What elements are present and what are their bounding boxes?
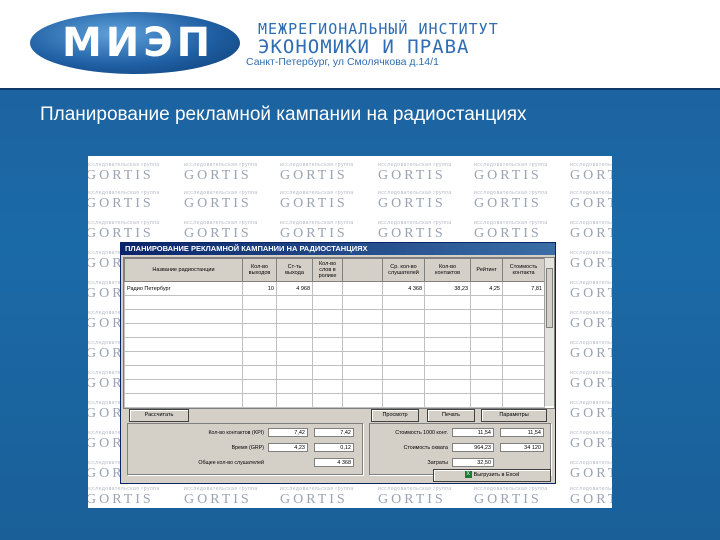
watermark-brand: GORTIS — [88, 226, 154, 241]
watermark-brand: GORTIS — [280, 196, 348, 211]
col-header[interactable]: Кол-во слов в ролике — [312, 258, 343, 282]
summary-label: Затраты — [427, 460, 448, 466]
embedded-screenshot: исследовательская группа GORTIS исследоват… — [88, 156, 612, 508]
watermark-brand: GORTIS — [474, 168, 542, 183]
summary-label: Стоимость 1000 конт. — [395, 430, 448, 436]
excel-icon: X — [464, 471, 472, 479]
station-table: Название радиостанции Кол-во выходов Ст-… — [124, 258, 545, 408]
watermark-brand: GORTIS — [88, 168, 154, 183]
col-header[interactable] — [342, 258, 383, 282]
watermark-brand: GORTIS — [378, 492, 446, 507]
export-excel-label: Выгрузить в Excel — [473, 472, 520, 478]
watermark-brand: GORTIS — [570, 406, 612, 421]
col-header[interactable]: Ст-ть выхода — [276, 258, 313, 282]
watermark-brand: GORTIS — [570, 286, 612, 301]
watermark-brand: GORTIS — [474, 196, 542, 211]
setup-button[interactable]: Параметры — [481, 409, 547, 422]
watermark-brand: GORTIS — [280, 168, 348, 183]
scrollbar-thumb[interactable] — [546, 268, 553, 328]
watermark-brand: GORTIS — [570, 196, 612, 211]
institute-name: МЕЖРЕГИОНАЛЬНЫЙ ИНСТИТУТ ЭКОНОМИКИ И ПРА… — [258, 20, 498, 60]
summary-value[interactable]: 11,54 — [452, 428, 494, 437]
summary-panel-right: Стоимость 1000 конт. 11,54 11,54 Стоимос… — [369, 423, 551, 475]
table-row[interactable] — [124, 351, 545, 366]
watermark-brand: GORTIS — [280, 226, 348, 241]
table-row[interactable] — [124, 365, 545, 380]
summary-label: Общее кол-во слушателей — [198, 460, 264, 466]
summary-value[interactable]: 964,23 — [452, 443, 494, 452]
watermark-brand: GORTIS — [570, 256, 612, 271]
logo-text: МИЭП — [61, 20, 215, 66]
institute-line-2: ЭКОНОМИКИ И ПРАВА — [258, 36, 470, 58]
summary-value[interactable]: 34 120 — [500, 443, 544, 452]
watermark-brand: GORTIS — [570, 316, 612, 331]
watermark-brand: GORTIS — [570, 346, 612, 361]
summary-label: Стоимость охвата — [403, 445, 448, 451]
header: МИЭП МЕЖРЕГИОНАЛЬНЫЙ ИНСТИТУТ ЭКОНОМИКИ … — [0, 0, 720, 90]
col-header[interactable]: Стоимость контакта — [502, 258, 545, 282]
summary-value[interactable]: 11,54 — [500, 428, 544, 437]
watermark-brand: GORTIS — [184, 168, 252, 183]
cell-outputs[interactable]: 10 — [242, 281, 277, 296]
summary-panel-left: Кол-во контактов (KPI) 7,42 7,42 Время (… — [127, 423, 363, 475]
watermark-brand: GORTIS — [570, 168, 612, 183]
watermark-brand: GORTIS — [378, 226, 446, 241]
col-header[interactable]: Название радиостанции — [124, 258, 243, 282]
cell-listeners[interactable]: 4 368 — [382, 281, 425, 296]
watermark-brand: GORTIS — [474, 226, 542, 241]
table-row[interactable] — [124, 393, 545, 408]
summary-label: Время (GRP) — [231, 445, 264, 451]
cell-price[interactable]: 4 968 — [276, 281, 313, 296]
table-row[interactable] — [124, 295, 545, 310]
calculate-button[interactable]: Рассчитать — [129, 409, 189, 422]
cell-words[interactable] — [312, 281, 343, 296]
col-header[interactable]: Кол-во выходов — [242, 258, 277, 282]
summary-label: Кол-во контактов (KPI) — [208, 430, 264, 436]
summary-value[interactable]: 4,23 — [268, 443, 308, 452]
preview-button[interactable]: Просмотр — [371, 409, 419, 422]
watermark-brand: GORTIS — [570, 226, 612, 241]
watermark-brand: GORTIS — [88, 196, 154, 211]
summary-value[interactable]: 7,42 — [268, 428, 308, 437]
cell-name[interactable]: Радио Петербург — [124, 281, 243, 296]
table-row[interactable]: Радио Петербург 10 4 968 4 368 38,23 4,2… — [124, 281, 545, 296]
table-row[interactable] — [124, 309, 545, 324]
cell-blank[interactable] — [342, 281, 383, 296]
cell-cost[interactable]: 7,81 — [502, 281, 545, 296]
cell-rating[interactable]: 4,25 — [470, 281, 503, 296]
watermark-brand: GORTIS — [570, 436, 612, 451]
watermark-brand: GORTIS — [184, 492, 252, 507]
watermark-brand: GORTIS — [474, 492, 542, 507]
cell-contacts[interactable]: 38,23 — [424, 281, 471, 296]
summary-value[interactable]: 4 368 — [314, 458, 354, 467]
window-titlebar: ПЛАНИРОВАНИЕ РЕКЛАМНОЙ КАМПАНИИ НА РАДИО… — [121, 243, 555, 255]
table-row[interactable] — [124, 337, 545, 352]
col-header[interactable]: Рейтинг — [470, 258, 503, 282]
watermark-brand: GORTIS — [280, 492, 348, 507]
table-row[interactable] — [124, 379, 545, 394]
col-header[interactable]: Кол-во контактов — [424, 258, 471, 282]
watermark-brand: GORTIS — [570, 466, 612, 481]
watermark-brand: GORTIS — [570, 376, 612, 391]
print-button[interactable]: Печать — [427, 409, 475, 422]
table-row[interactable] — [124, 323, 545, 338]
app-window: ПЛАНИРОВАНИЕ РЕКЛАМНОЙ КАМПАНИИ НА РАДИО… — [120, 242, 556, 484]
vertical-scrollbar[interactable] — [544, 258, 554, 406]
watermark-brand: GORTIS — [184, 196, 252, 211]
watermark-brand: GORTIS — [378, 196, 446, 211]
watermark-brand: GORTIS — [184, 226, 252, 241]
summary-value[interactable]: 32,50 — [452, 458, 494, 467]
data-grid[interactable]: Название радиостанции Кол-во выходов Ст-… — [123, 257, 555, 409]
col-header[interactable]: Ср. кол-во слушателей — [382, 258, 425, 282]
watermark-brand: GORTIS — [570, 492, 612, 507]
summary-value[interactable]: 7,42 — [314, 428, 354, 437]
watermark-brand: GORTIS — [378, 168, 446, 183]
institute-address: Санкт-Петербург, ул Смолячкова д.14/1 — [246, 56, 439, 68]
summary-value[interactable]: 0,12 — [314, 443, 354, 452]
slide-title: Планирование рекламной кампании на радио… — [40, 104, 527, 125]
watermark-brand: GORTIS — [88, 492, 154, 507]
export-excel-button[interactable]: X Выгрузить в Excel — [433, 469, 551, 482]
